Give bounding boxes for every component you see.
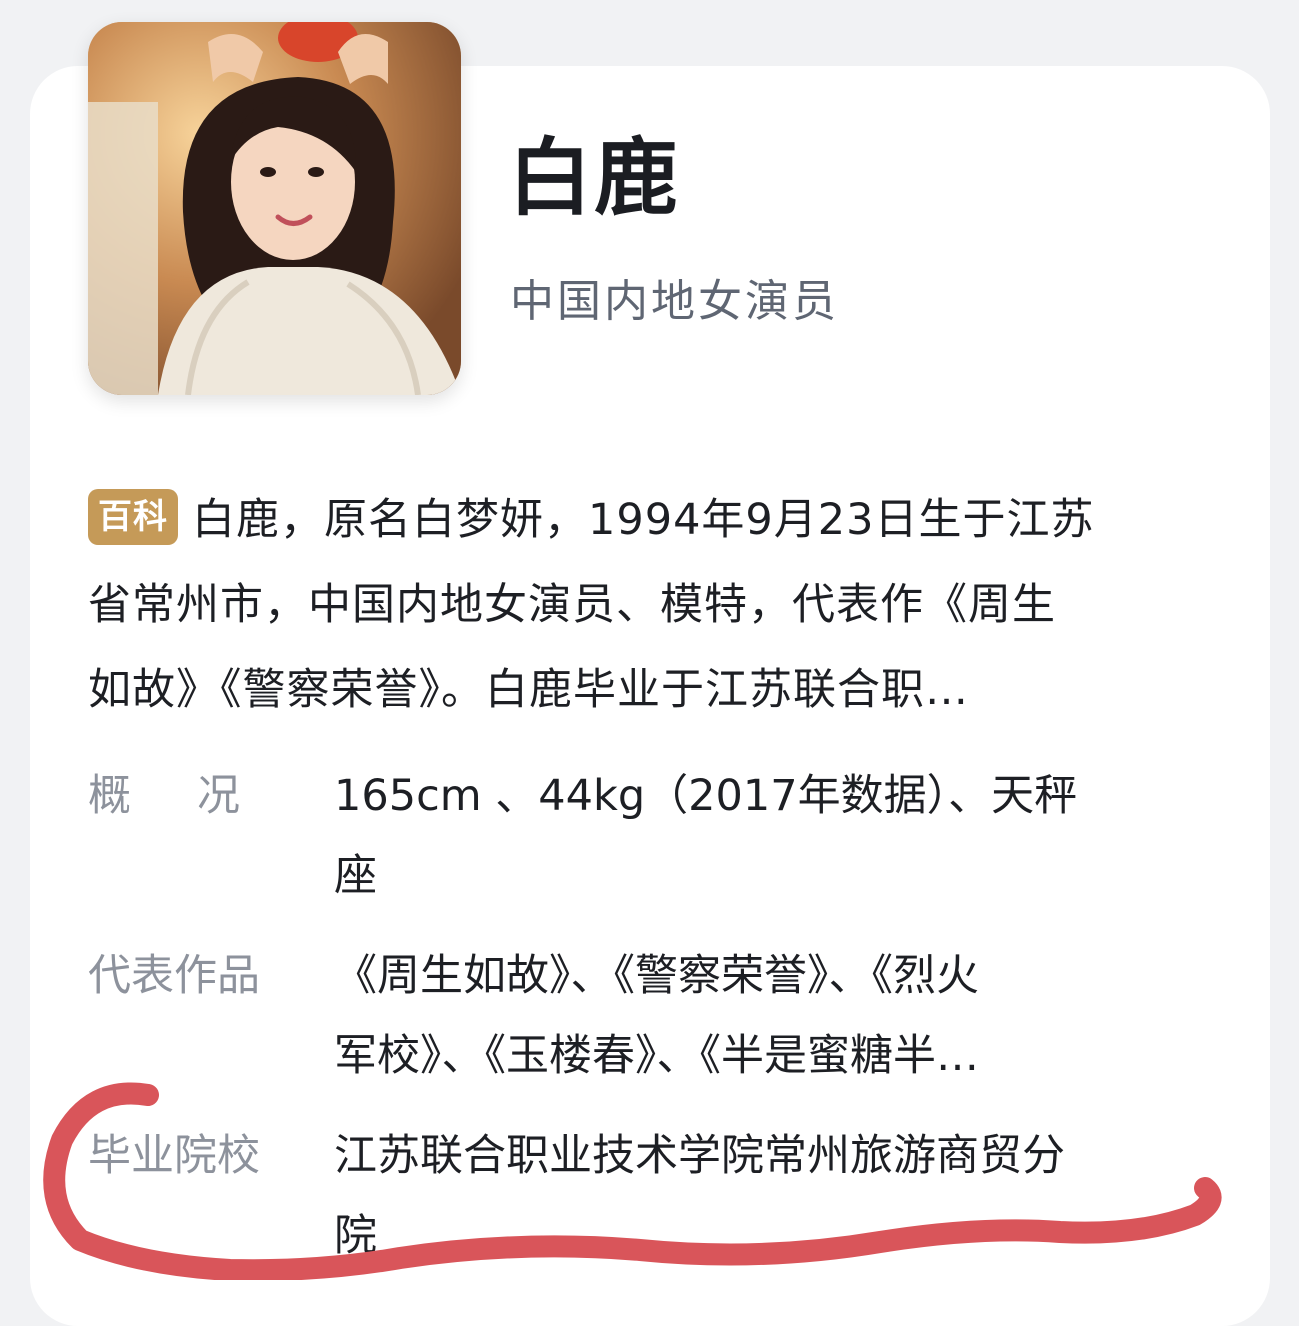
- info-value-overview: 165cm 、44kg（2017年数据）、天秤 座: [334, 756, 1204, 916]
- summary-text-1: 白鹿，原名白梦妍，1994年9月23日生于江苏: [192, 495, 1095, 545]
- info-value-school: 江苏联合职业技术学院常州旅游商贸分 院: [334, 1116, 1204, 1276]
- info-label-overview: 概况: [88, 771, 306, 821]
- portrait-illustration: [88, 22, 461, 395]
- person-name: 白鹿: [508, 129, 681, 227]
- summary-line-3: 如故》《警察荣誉》。白鹿毕业于江苏联合职…: [88, 665, 969, 715]
- summary-line-1: 百科 白鹿，原名白梦妍，1994年9月23日生于江苏: [88, 478, 1208, 563]
- info-value-line: 座: [334, 851, 377, 901]
- person-subtitle: 中国内地女演员: [510, 276, 839, 327]
- info-value-line: 江苏联合职业技术学院常州旅游商贸分: [334, 1131, 1065, 1181]
- portrait-photo[interactable]: [88, 22, 461, 395]
- info-value-line: 院: [334, 1211, 377, 1261]
- info-value-works: 《周生如故》、《警察荣誉》、《烈火 军校》、《玉楼春》、《半是蜜糖半…: [334, 936, 1204, 1096]
- info-label-works: 代表作品: [88, 951, 260, 1001]
- info-value-line: 《周生如故》、《警察荣誉》、《烈火: [334, 951, 979, 1001]
- info-label-school: 毕业院校: [88, 1131, 260, 1181]
- info-value-line: 军校》、《玉楼春》、《半是蜜糖半…: [334, 1031, 979, 1081]
- info-value-line: 165cm 、44kg（2017年数据）、天秤: [334, 771, 1078, 821]
- baike-badge: 百科: [88, 489, 178, 545]
- encyclopedia-summary[interactable]: 百科 白鹿，原名白梦妍，1994年9月23日生于江苏 省常州市，中国内地女演员、模…: [88, 478, 1208, 733]
- summary-line-2: 省常州市，中国内地女演员、模特，代表作《周生: [88, 580, 1056, 630]
